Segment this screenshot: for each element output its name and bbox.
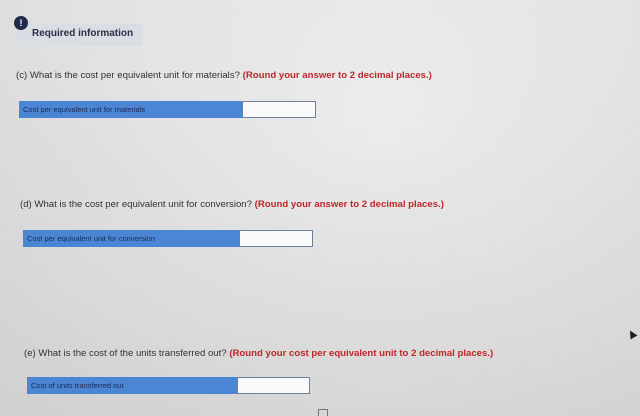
question-e: (e) What is the cost of the units transf… — [24, 348, 493, 359]
partial-icon — [318, 409, 328, 416]
cost-per-unit-conversion-input[interactable] — [239, 230, 313, 247]
cost-units-transferred-out-input[interactable] — [237, 377, 310, 394]
mouse-cursor-icon — [626, 328, 638, 340]
question-d-text: (d) What is the cost per equivalent unit… — [20, 199, 252, 210]
answer-label-c: Cost per equivalent unit for materials — [19, 101, 242, 118]
answer-label-e: Cost of units transferred out — [27, 377, 237, 394]
answer-row-e: Cost of units transferred out — [27, 377, 310, 394]
answer-row-d: Cost per equivalent unit for conversion — [23, 230, 313, 247]
answer-label-d: Cost per equivalent unit for conversion — [23, 230, 239, 247]
question-e-hint: (Round your cost per equivalent unit to … — [229, 348, 494, 359]
question-d: (d) What is the cost per equivalent unit… — [20, 199, 444, 210]
required-information-banner: ! Required information — [14, 16, 142, 46]
answer-row-c: Cost per equivalent unit for materials — [19, 101, 316, 118]
question-c: (c) What is the cost per equivalent unit… — [16, 70, 432, 81]
cost-per-unit-materials-input[interactable] — [242, 101, 316, 118]
exclamation-icon: ! — [14, 16, 28, 30]
question-c-text: (c) What is the cost per equivalent unit… — [16, 70, 240, 81]
question-e-text: (e) What is the cost of the units transf… — [24, 348, 227, 359]
banner-label: Required information — [32, 28, 134, 39]
question-c-hint: (Round your answer to 2 decimal places.) — [242, 70, 432, 81]
question-d-hint: (Round your answer to 2 decimal places.) — [254, 199, 444, 210]
